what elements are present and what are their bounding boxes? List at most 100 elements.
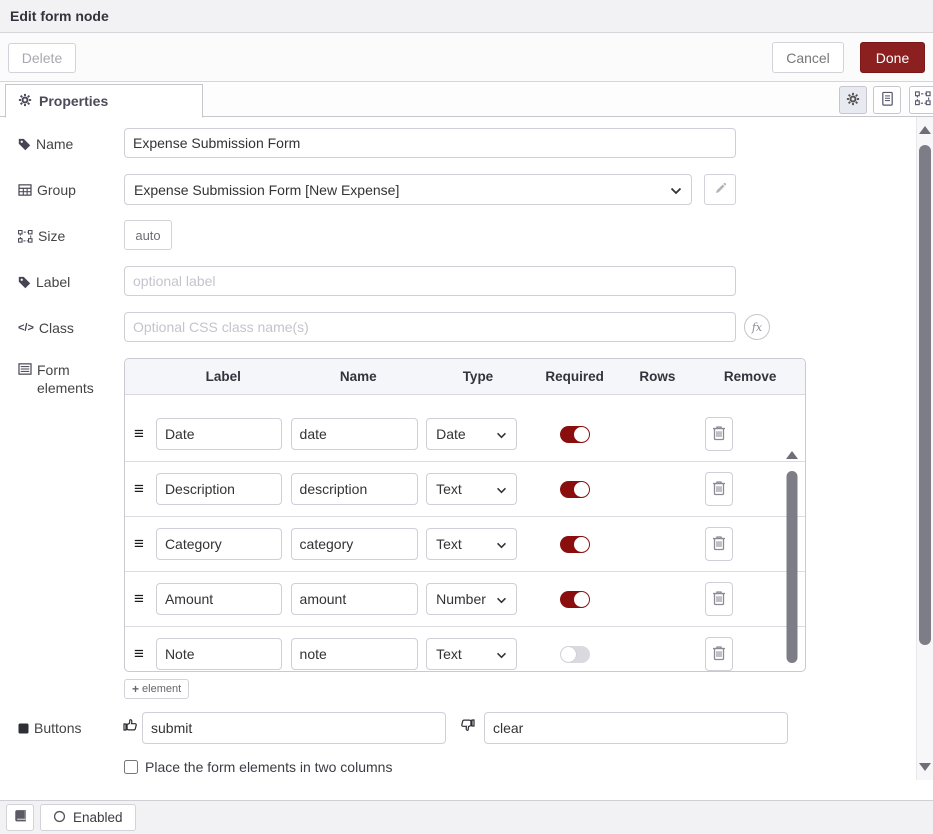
drag-handle-icon[interactable]: ≡: [125, 644, 156, 664]
document-icon: [880, 91, 895, 110]
chevron-down-icon: [496, 426, 507, 442]
name-input[interactable]: [124, 128, 736, 158]
form-elements-table-header: Label Name Type Required Rows Remove: [125, 359, 805, 395]
element-name-input[interactable]: [291, 418, 418, 450]
scroll-up-arrow-icon[interactable]: [786, 451, 798, 459]
trash-icon: [712, 590, 726, 609]
buttons-field-label: Buttons: [18, 719, 118, 737]
label-input[interactable]: [124, 266, 736, 296]
done-button[interactable]: Done: [860, 42, 925, 73]
properties-tab-button[interactable]: [839, 86, 867, 114]
group-select[interactable]: Expense Submission Form [New Expense]: [124, 174, 692, 205]
description-tab-button[interactable]: [873, 86, 901, 114]
book-icon: [13, 809, 28, 826]
tab-properties-label: Properties: [39, 93, 108, 109]
scrollbar-thumb[interactable]: [787, 471, 798, 663]
pencil-icon: [714, 182, 727, 198]
element-name-input[interactable]: [291, 528, 418, 560]
appearance-tab-button[interactable]: [909, 86, 933, 114]
remove-element-button[interactable]: [705, 472, 733, 506]
remove-element-button[interactable]: [705, 417, 733, 451]
class-field-label: </> Class: [18, 319, 118, 337]
object-group-icon: [18, 230, 33, 243]
tab-bar: Properties: [0, 82, 933, 117]
element-label-input[interactable]: [156, 583, 282, 615]
form-element-row: ≡ Text: [125, 627, 805, 672]
tab-properties[interactable]: Properties: [5, 84, 203, 118]
remove-element-button[interactable]: [705, 637, 733, 671]
label-field-label: Label: [18, 273, 118, 291]
group-select-value: Expense Submission Form [New Expense]: [134, 182, 399, 198]
edit-group-button[interactable]: [704, 174, 736, 205]
style-fx-button[interactable]: fx: [744, 314, 770, 340]
drag-handle-icon[interactable]: ≡: [125, 479, 156, 499]
element-label-input[interactable]: [156, 638, 282, 670]
size-field-label: Size: [18, 227, 118, 245]
thumbs-up-icon: [122, 717, 138, 733]
edit-form-node-dialog: Edit form node Delete Cancel Done Proper…: [0, 0, 933, 834]
column-header-rows: Rows: [620, 369, 696, 384]
required-toggle[interactable]: [560, 481, 590, 498]
scrollbar-thumb[interactable]: [919, 145, 931, 645]
required-toggle[interactable]: [560, 536, 590, 553]
required-toggle[interactable]: [560, 591, 590, 608]
gear-icon: [18, 93, 32, 110]
element-type-select[interactable]: Text: [426, 638, 517, 670]
drag-handle-icon[interactable]: ≡: [125, 534, 156, 554]
drag-handle-icon[interactable]: ≡: [125, 589, 156, 609]
gear-icon: [846, 92, 860, 109]
trash-icon: [712, 480, 726, 499]
form-elements-table: Label Name Type Required Rows Remove ≡ D…: [124, 358, 806, 672]
two-columns-checkbox[interactable]: [124, 760, 138, 774]
thumbs-down-icon: [460, 717, 476, 733]
class-input[interactable]: [124, 312, 736, 342]
dialog-title: Edit form node: [10, 8, 109, 24]
node-help-button[interactable]: [6, 804, 34, 831]
column-header-remove: Remove: [695, 369, 805, 384]
element-name-input[interactable]: [291, 473, 418, 505]
form-element-row: ≡ Text: [125, 517, 805, 572]
chevron-down-icon: [670, 182, 682, 198]
element-label-input[interactable]: [156, 528, 282, 560]
element-label-input[interactable]: [156, 418, 282, 450]
list-icon: [18, 363, 32, 375]
square-icon: [18, 723, 29, 734]
delete-button[interactable]: Delete: [8, 43, 76, 73]
form-elements-label: Form elements: [18, 361, 118, 397]
tag-icon: [18, 276, 31, 289]
element-type-select[interactable]: Text: [426, 528, 517, 560]
form-element-row: ≡ Text: [125, 462, 805, 517]
enabled-toggle-button[interactable]: Enabled: [40, 804, 136, 831]
scroll-up-arrow-icon[interactable]: [919, 126, 931, 134]
circle-icon: [53, 810, 66, 826]
trash-icon: [712, 535, 726, 554]
panel-scrollbar[interactable]: [916, 117, 933, 780]
drag-handle-icon[interactable]: ≡: [125, 424, 156, 444]
code-icon: </>: [18, 321, 34, 335]
dialog-toolbar: Delete Cancel Done: [0, 33, 933, 82]
form-element-row: ≡ Date: [125, 407, 805, 462]
size-button[interactable]: auto: [124, 220, 172, 250]
table-scrollbar[interactable]: [784, 451, 800, 672]
scroll-down-arrow-icon[interactable]: [919, 763, 931, 771]
tag-icon: [18, 138, 31, 151]
required-toggle[interactable]: [560, 646, 590, 663]
element-type-select[interactable]: Number: [426, 583, 517, 615]
remove-element-button[interactable]: [705, 527, 733, 561]
submit-button-text-input[interactable]: [142, 712, 446, 744]
remove-element-button[interactable]: [705, 582, 733, 616]
element-name-input[interactable]: [291, 583, 418, 615]
object-group-icon: [915, 91, 931, 109]
element-type-select[interactable]: Text: [426, 473, 517, 505]
element-name-input[interactable]: [291, 638, 418, 670]
element-type-select[interactable]: Date: [426, 418, 517, 450]
group-field-label: Group: [18, 181, 118, 199]
form-element-row: ≡ Number: [125, 572, 805, 627]
chevron-down-icon: [496, 481, 507, 497]
required-toggle[interactable]: [560, 426, 590, 443]
cancel-button[interactable]: Cancel: [772, 42, 844, 73]
name-field-label: Name: [18, 135, 118, 153]
add-element-button[interactable]: + element: [124, 679, 189, 699]
clear-button-text-input[interactable]: [484, 712, 788, 744]
element-label-input[interactable]: [156, 473, 282, 505]
